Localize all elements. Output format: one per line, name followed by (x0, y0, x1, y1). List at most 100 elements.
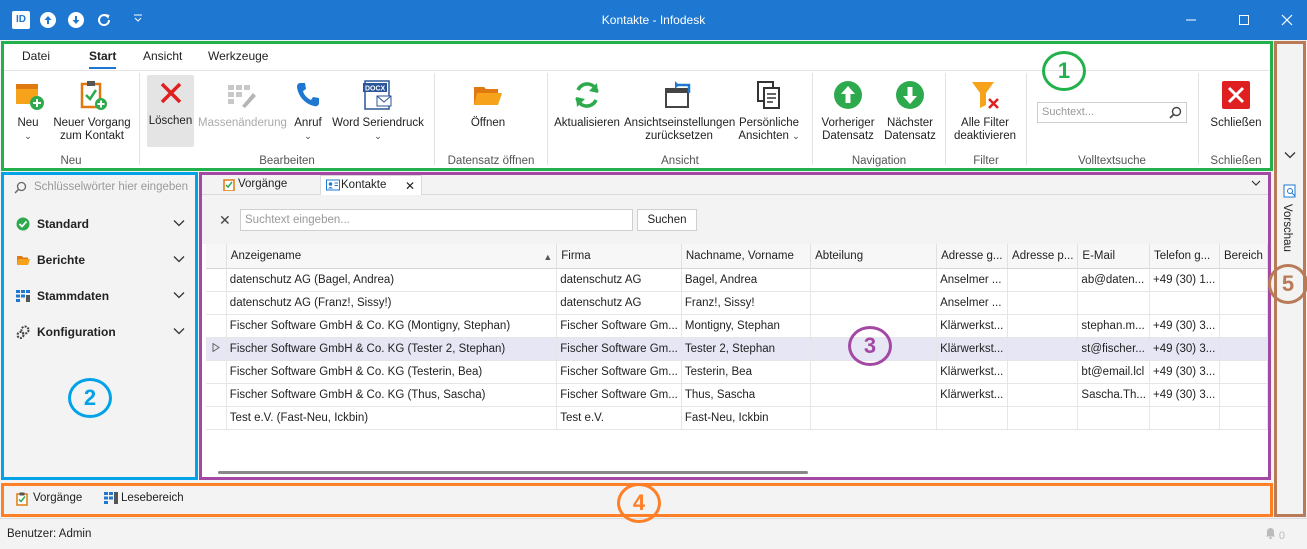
table-cell[interactable]: Montigny, Stephan (681, 314, 812, 338)
table-cell[interactable] (1007, 268, 1079, 292)
minimize-icon[interactable] (1182, 11, 1200, 29)
disable-filters-button[interactable]: Alle Filter deaktivieren (950, 77, 1020, 143)
table-cell[interactable] (1219, 406, 1269, 430)
table-cell[interactable] (1007, 291, 1079, 315)
table-cell[interactable]: Tester 2, Stephan (681, 337, 812, 361)
column-header[interactable]: E-Mail (1077, 244, 1150, 269)
table-cell[interactable]: Klärwerkst... (936, 360, 1009, 384)
maximize-icon[interactable] (1235, 11, 1253, 29)
horizontal-scrollbar[interactable] (218, 471, 808, 474)
row-indicator[interactable] (206, 383, 227, 407)
table-row[interactable]: Fischer Software GmbH & Co. KG (Thus, Sa… (206, 383, 1269, 407)
table-cell[interactable]: Fischer Software GmbH & Co. KG (Montigny… (226, 314, 558, 338)
word-mail-merge-button[interactable]: DOCX Word Seriendruck ⌄ (332, 77, 424, 143)
fulltext-search-input[interactable]: Suchtext... (1037, 102, 1187, 123)
table-cell[interactable]: Fischer Software GmbH & Co. KG (Tester 2… (226, 337, 558, 361)
refresh-button[interactable]: Aktualisieren (554, 77, 620, 130)
table-cell[interactable] (1077, 291, 1150, 315)
table-cell[interactable] (1077, 406, 1150, 430)
table-cell[interactable] (1149, 291, 1220, 315)
table-cell[interactable] (1219, 383, 1269, 407)
table-cell[interactable] (810, 406, 938, 430)
table-cell[interactable]: Klärwerkst... (936, 337, 1009, 361)
tab-start[interactable]: Start (89, 49, 117, 69)
table-cell[interactable]: Anselmer ... (936, 268, 1009, 292)
call-button[interactable]: Anruf ⌄ (290, 77, 326, 143)
table-cell[interactable]: Fast-Neu, Ickbin (681, 406, 812, 430)
table-cell[interactable]: Franz!, Sissy! (681, 291, 812, 315)
table-cell[interactable]: +49 (30) 3... (1149, 314, 1220, 338)
grid-search-input[interactable]: Suchtext eingeben... (240, 209, 633, 231)
table-cell[interactable]: +49 (30) 3... (1149, 383, 1220, 407)
table-cell[interactable] (1219, 337, 1269, 361)
tab-ansicht[interactable]: Ansicht (143, 49, 182, 63)
bottom-reading-pane-button[interactable]: Lesebereich (104, 492, 184, 504)
table-cell[interactable]: bt@email.lcl (1077, 360, 1150, 384)
table-cell[interactable]: Fischer Software GmbH & Co. KG (Testerin… (226, 360, 558, 384)
tab-datei[interactable]: Datei (22, 49, 50, 63)
column-header[interactable]: Telefon g... (1149, 244, 1220, 269)
table-cell[interactable] (1219, 360, 1269, 384)
table-cell[interactable]: +49 (30) 1... (1149, 268, 1220, 292)
table-cell[interactable] (1007, 314, 1079, 338)
table-cell[interactable] (1007, 406, 1079, 430)
table-cell[interactable] (1219, 268, 1269, 292)
nav-group-standard[interactable]: Standard (16, 215, 186, 235)
column-header[interactable]: Adresse g... (936, 244, 1009, 269)
chevron-down-icon[interactable] (1283, 148, 1297, 165)
table-cell[interactable]: datenschutz AG (556, 268, 682, 292)
table-row[interactable]: Fischer Software GmbH & Co. KG (Tester 2… (206, 337, 1269, 361)
bottom-vorgaenge-button[interactable]: Vorgänge (16, 492, 82, 506)
reset-view-button[interactable]: Ansichtseinstellungen zurücksetzen (624, 77, 735, 143)
close-window-icon[interactable] (1278, 11, 1296, 29)
table-cell[interactable]: datenschutz AG (Franz!, Sissy!) (226, 291, 558, 315)
nav-group-stammdaten[interactable]: Stammdaten (16, 287, 186, 307)
row-indicator[interactable] (206, 406, 227, 430)
tab-overflow-chevron-icon[interactable] (1250, 177, 1262, 192)
keyword-search-input[interactable]: Schlüsselwörter hier eingeben (14, 181, 192, 197)
open-button[interactable]: Öffnen (464, 77, 512, 130)
table-cell[interactable]: Fischer Software Gm... (556, 383, 682, 407)
new-button[interactable]: Neu ⌄ (10, 77, 46, 143)
table-cell[interactable]: Thus, Sascha (681, 383, 812, 407)
nav-group-konfiguration[interactable]: Konfiguration (16, 323, 186, 343)
doc-tab-vorgaenge[interactable]: Vorgänge (218, 175, 318, 195)
column-header[interactable]: ▲ Anzeigename (226, 244, 558, 269)
table-cell[interactable] (810, 291, 938, 315)
table-cell[interactable]: datenschutz AG (Bagel, Andrea) (226, 268, 558, 292)
table-cell[interactable]: Klärwerkst... (936, 314, 1009, 338)
nav-group-berichte[interactable]: Berichte (16, 251, 186, 271)
table-row[interactable]: Test e.V. (Fast-Neu, Ickbin) Test e.V. Fas… (206, 406, 1269, 430)
table-cell[interactable]: +49 (30) 3... (1149, 337, 1220, 361)
next-record-button[interactable]: Nächster Datensatz (880, 77, 940, 143)
clear-search-icon[interactable]: ✕ (219, 212, 231, 229)
table-cell[interactable]: Fischer Software GmbH & Co. KG (Thus, Sa… (226, 383, 558, 407)
table-cell[interactable]: Test e.V. (Fast-Neu, Ickbin) (226, 406, 558, 430)
column-header[interactable]: Adresse p... (1007, 244, 1079, 269)
column-header[interactable]: Abteilung (810, 244, 938, 269)
row-indicator[interactable] (206, 314, 227, 338)
table-cell[interactable]: Sascha.Th... (1077, 383, 1150, 407)
table-cell[interactable]: Bagel, Andrea (681, 268, 812, 292)
close-tab-icon[interactable]: ✕ (405, 179, 415, 193)
row-indicator[interactable] (206, 291, 227, 315)
row-indicator[interactable] (206, 360, 227, 384)
table-cell[interactable]: +49 (30) 3... (1149, 360, 1220, 384)
table-cell[interactable]: Test e.V. (556, 406, 682, 430)
table-cell[interactable]: Fischer Software Gm... (556, 314, 682, 338)
column-header[interactable]: Firma (556, 244, 682, 269)
close-button[interactable]: Schließen (1208, 77, 1264, 130)
column-header[interactable]: Bereich (1219, 244, 1269, 269)
row-indicator[interactable] (206, 337, 227, 361)
table-row[interactable]: datenschutz AG (Franz!, Sissy!) datenschu… (206, 291, 1269, 315)
column-header[interactable]: Nachname, Vorname (681, 244, 812, 269)
preview-tab[interactable]: Vorschau (1281, 204, 1293, 252)
table-cell[interactable]: ab@daten... (1077, 268, 1150, 292)
row-indicator[interactable] (206, 268, 227, 292)
table-cell[interactable] (810, 383, 938, 407)
delete-button[interactable]: Löschen (147, 75, 194, 147)
bulk-edit-button[interactable]: Massenänderung (198, 77, 287, 130)
doc-tab-kontakte[interactable]: Kontakte ✕ (320, 175, 422, 195)
table-cell[interactable] (1007, 383, 1079, 407)
table-row[interactable]: Fischer Software GmbH & Co. KG (Montigny… (206, 314, 1269, 338)
